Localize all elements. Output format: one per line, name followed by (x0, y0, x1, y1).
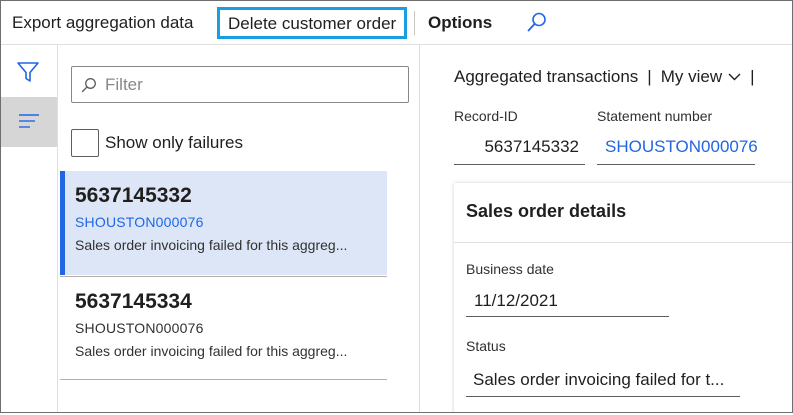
list-divider (60, 379, 387, 380)
sales-order-details-section: Sales order details Business date 11/12/… (454, 183, 792, 412)
view-selector-label: My view (660, 67, 723, 86)
record-id-field[interactable]: 5637145332 (454, 133, 585, 165)
breadcrumb: Aggregated transactions | My view | (454, 65, 764, 88)
list-view-icon (19, 114, 39, 128)
list-item-record-id: 5637145332 (75, 184, 192, 207)
action-toolbar: Export aggregation data Delete customer … (1, 1, 792, 45)
status-field[interactable]: Sales order invoicing failed for t... (466, 363, 740, 397)
list-item-statement: SHOUSTON000076 (75, 320, 204, 336)
statement-number-label: Statement number (597, 108, 713, 124)
breadcrumb-separator: | (647, 67, 652, 86)
list-item-record-id: 5637145334 (75, 290, 192, 313)
chevron-down-icon (728, 65, 741, 87)
delete-customer-order-button[interactable]: Delete customer order (217, 7, 408, 39)
list-item-message: Sales order invoicing failed for this ag… (75, 343, 348, 359)
show-only-failures-label: Show only failures (105, 133, 243, 152)
section-header[interactable]: Sales order details (454, 183, 792, 243)
list-item-statement-link[interactable]: SHOUSTON000076 (75, 211, 387, 233)
search-icon[interactable] (526, 11, 548, 33)
list-item-message: Sales order invoicing failed for this ag… (75, 237, 348, 253)
app-window: Export aggregation data Delete customer … (0, 0, 793, 413)
list-view-button[interactable] (1, 97, 57, 147)
business-date-field[interactable]: 11/12/2021 (466, 285, 669, 317)
view-selector[interactable]: My view (661, 67, 741, 86)
list-item[interactable]: 5637145332 SHOUSTON000076 Sales order in… (60, 171, 387, 275)
records-list-pane: Filter Show only failures 5637145332 SHO… (58, 45, 420, 412)
status-label: Status (466, 338, 506, 354)
search-icon (81, 78, 96, 93)
filter-input[interactable]: Filter (71, 66, 409, 103)
show-only-failures-checkbox[interactable] (71, 129, 99, 157)
statement-number-link[interactable]: SHOUSTON000076 (597, 133, 758, 165)
side-rail (1, 45, 58, 412)
details-pane: Aggregated transactions | My view | Record-… (421, 45, 792, 412)
filter-icon[interactable] (16, 61, 40, 83)
toolbar-divider (414, 11, 415, 35)
business-date-label: Business date (466, 261, 554, 277)
list-item[interactable]: 5637145334 SHOUSTON000076 Sales order in… (60, 276, 387, 380)
breadcrumb-separator: | (750, 67, 755, 86)
record-id-label: Record-ID (454, 108, 518, 124)
export-aggregation-data-button[interactable]: Export aggregation data (12, 1, 193, 45)
page-title: Aggregated transactions (454, 67, 639, 86)
section-title: Sales order details (466, 201, 627, 221)
options-button[interactable]: Options (428, 1, 492, 45)
filter-placeholder: Filter (105, 75, 143, 94)
